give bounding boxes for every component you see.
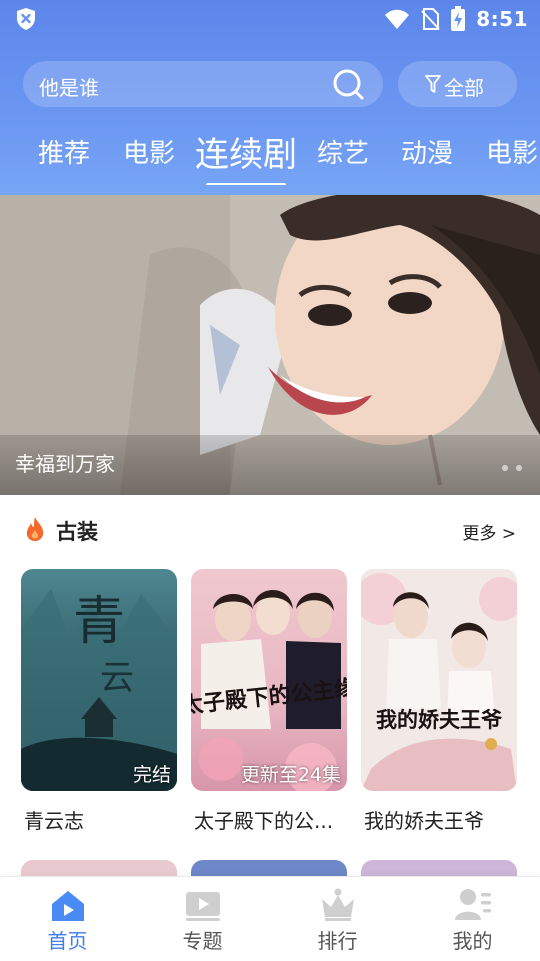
tab-series[interactable]: 连续剧 — [195, 127, 297, 176]
nav-profile[interactable]: 我的 — [405, 877, 540, 961]
crown-icon — [322, 888, 354, 921]
tab-recommend[interactable]: 推荐 — [38, 133, 90, 170]
nav-label: 首页 — [47, 929, 88, 953]
tab-variety[interactable]: 综艺 — [317, 133, 369, 170]
poster-image: 太子殿下的公主缘 更新至24集 — [191, 569, 347, 791]
wifi-icon — [385, 9, 410, 29]
hero-banner[interactable]: 幸福到万家 — [0, 195, 540, 495]
card-title: 青云志 — [24, 809, 84, 833]
poster-badge: 完结 — [132, 764, 171, 786]
video-card[interactable]: 青 云 完结 青云志 — [21, 569, 177, 833]
top-header: 8:51 他是谁 全部 推荐 电影 连续剧 综艺 动漫 电影 — [0, 0, 540, 195]
user-icon — [455, 889, 491, 920]
filter-label: 全部 — [444, 76, 484, 100]
card-title: 我的娇夫王爷 — [364, 809, 484, 833]
play-icon — [186, 892, 220, 921]
svg-text:云: 云 — [100, 658, 134, 698]
status-time: 8:51 — [476, 7, 528, 31]
status-bar: 8:51 — [0, 0, 540, 38]
search-input[interactable]: 他是谁 — [39, 72, 99, 101]
tab-anime[interactable]: 动漫 — [401, 133, 453, 170]
filter-icon — [425, 75, 441, 93]
banner-caption: 幸福到万家 — [15, 452, 115, 476]
nav-label: 专题 — [182, 929, 223, 953]
no-sim-icon — [421, 8, 440, 30]
bottom-nav: 首页 专题 排行 我的 — [0, 876, 540, 961]
filter-button[interactable]: 全部 — [398, 61, 517, 107]
card-title: 太子殿下的公... — [194, 809, 334, 833]
nav-home[interactable]: 首页 — [0, 877, 135, 961]
pagination-dot — [502, 465, 508, 471]
video-card[interactable]: 太子殿下的公主缘 更新至24集 太子殿下的公... — [191, 569, 347, 833]
pagination-dot — [516, 465, 522, 471]
tab-movie[interactable]: 电影 — [123, 133, 175, 170]
nav-label: 排行 — [317, 929, 358, 953]
video-card[interactable]: 我的娇夫王爷 我的娇夫王爷 — [361, 569, 517, 833]
tab-movie-2[interactable]: 电影 — [486, 133, 538, 170]
category-tabs: 推荐 电影 连续剧 综艺 动漫 电影 — [0, 125, 540, 185]
active-tab-indicator — [206, 183, 286, 185]
fire-icon — [26, 517, 44, 541]
nav-topics[interactable]: 专题 — [135, 877, 270, 961]
poster-badge: 更新至24集 — [240, 764, 341, 786]
nav-ranking[interactable]: 排行 — [270, 877, 405, 961]
shield-icon — [17, 8, 35, 30]
more-link[interactable]: 更多 > — [462, 519, 516, 544]
poster-image: 青 云 完结 — [21, 569, 177, 791]
section-header: 古装 更多 > — [0, 505, 540, 551]
poster-image: 我的娇夫王爷 — [361, 569, 517, 791]
banner-pagination — [502, 465, 522, 471]
home-icon — [52, 891, 84, 921]
svg-text:青: 青 — [73, 592, 125, 652]
battery-charging-icon — [451, 6, 466, 31]
poster-title-art: 太子殿下的公主缘 — [191, 675, 347, 719]
section-title: 古装 — [56, 520, 98, 544]
nav-label: 我的 — [452, 929, 493, 953]
poster-title-art: 我的娇夫王爷 — [376, 707, 503, 732]
search-bar[interactable]: 他是谁 — [23, 61, 383, 107]
search-icon[interactable] — [331, 67, 365, 101]
